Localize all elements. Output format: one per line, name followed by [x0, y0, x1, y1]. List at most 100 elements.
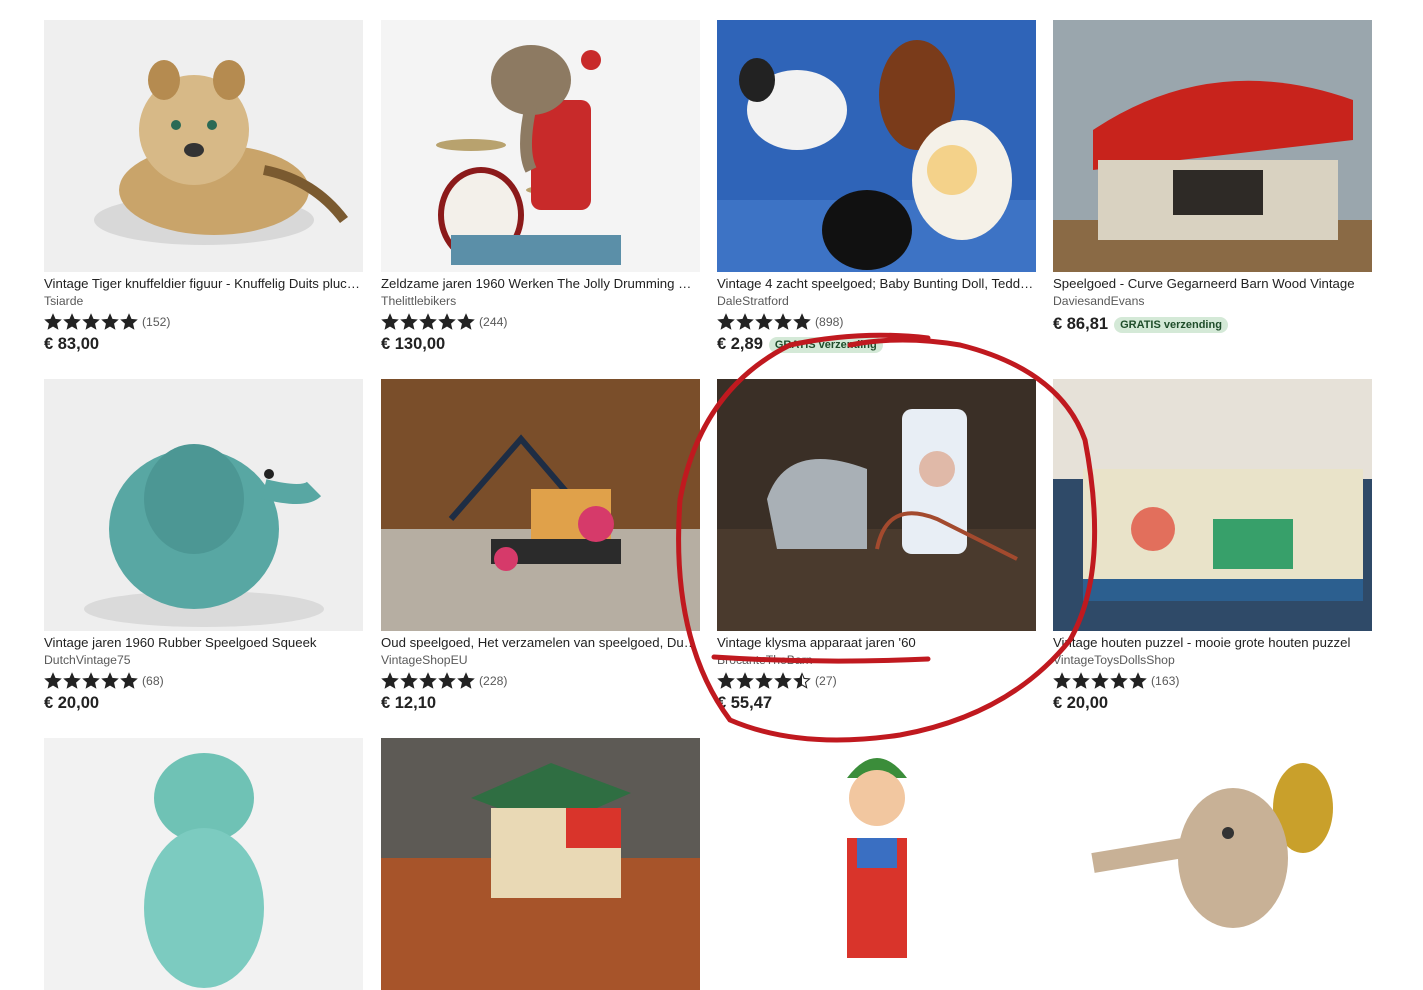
listing-card[interactable]	[44, 738, 363, 990]
listing-card[interactable]	[717, 738, 1036, 990]
review-count: (244)	[479, 315, 508, 329]
rating: (152)	[44, 313, 363, 331]
rating: (163)	[1053, 672, 1372, 690]
listing-card[interactable]	[1053, 738, 1372, 990]
star-icon	[381, 672, 399, 689]
listing-title[interactable]: Vintage Tiger knuffeldier figuur - Knuff…	[44, 276, 363, 292]
star-icon	[400, 672, 418, 689]
listing-title[interactable]: Zeldzame jaren 1960 Werken The Jolly Dru…	[381, 276, 700, 292]
star-rating	[381, 672, 475, 690]
star-icon	[63, 313, 81, 330]
star-rating	[1053, 672, 1147, 690]
listing-title[interactable]: Vintage jaren 1960 Rubber Speelgoed Sque…	[44, 635, 363, 651]
price: € 20,00	[1053, 694, 1109, 712]
star-icon	[793, 313, 811, 330]
listing-card[interactable]: Zeldzame jaren 1960 Werken The Jolly Dru…	[381, 20, 700, 354]
rating: (898)	[717, 313, 1036, 331]
listing-image-rubber-elephant[interactable]	[44, 379, 363, 631]
price-row: € 20,00	[44, 694, 363, 713]
star-icon	[755, 672, 773, 689]
star-icon	[82, 313, 100, 330]
listing-image-barn[interactable]	[1053, 20, 1372, 272]
star-icon	[1110, 672, 1128, 689]
rating: (68)	[44, 672, 363, 690]
star-icon	[736, 313, 754, 330]
listing-card[interactable]: Oud speelgoed, Het verzamelen van speelg…	[381, 379, 700, 713]
listing-image-teal-figure[interactable]	[44, 738, 363, 990]
review-count: (898)	[815, 315, 844, 329]
star-icon	[419, 672, 437, 689]
price-row: € 86,81 GRATIS verzending	[1053, 315, 1372, 334]
star-icon	[457, 672, 475, 689]
listing-title[interactable]: Oud speelgoed, Het verzamelen van speelg…	[381, 635, 700, 651]
star-rating	[44, 313, 138, 331]
rating: (27)	[717, 672, 1036, 690]
price-row: € 83,00	[44, 335, 363, 354]
shop-name: VintageToysDollsShop	[1053, 653, 1175, 667]
star-icon	[63, 672, 81, 689]
star-rating	[381, 313, 475, 331]
shop-name: DaleStratford	[717, 294, 789, 308]
listing-title[interactable]: Vintage 4 zacht speelgoed; Baby Bunting …	[717, 276, 1036, 292]
listing-image-tiger[interactable]	[44, 20, 363, 272]
star-icon	[120, 672, 138, 689]
star-icon	[438, 313, 456, 330]
listing-title[interactable]: Vintage houten puzzel - mooie grote hout…	[1053, 635, 1372, 651]
price: € 2,89	[717, 335, 763, 353]
shop-name: Thelittlebikers	[381, 294, 457, 308]
price: € 130,00	[381, 335, 446, 353]
half-star-icon	[793, 672, 811, 689]
shop-name: BrocanteTheBarn	[717, 653, 813, 667]
star-icon	[1129, 672, 1147, 689]
price: € 12,10	[381, 694, 437, 712]
review-count: (152)	[142, 315, 171, 329]
rating: (228)	[381, 672, 700, 690]
listing-card[interactable]: Vintage jaren 1960 Rubber Speelgoed Sque…	[44, 379, 363, 713]
listing-card[interactable]: Vintage Tiger knuffeldier figuur - Knuff…	[44, 20, 363, 354]
star-icon	[101, 672, 119, 689]
listing-card[interactable]: Vintage 4 zacht speelgoed; Baby Bunting …	[717, 20, 1036, 354]
listing-image-pinocchio[interactable]	[717, 738, 1036, 990]
review-count: (27)	[815, 674, 837, 688]
star-icon	[101, 313, 119, 330]
star-icon	[1072, 672, 1090, 689]
star-icon	[717, 313, 735, 330]
star-icon	[381, 313, 399, 330]
shop-name: DaviesandEvans	[1053, 294, 1145, 308]
star-icon	[419, 313, 437, 330]
star-rating	[717, 672, 811, 690]
listing-card[interactable]: Vintage klysma apparaat jaren '60 Brocan…	[717, 379, 1036, 713]
listing-image-crane-toy[interactable]	[381, 379, 700, 631]
listing-image-wooden-puzzle[interactable]	[1053, 379, 1372, 631]
price-row: € 2,89 GRATIS verzending	[717, 335, 1036, 354]
listing-card[interactable]: Speelgoed - Curve Gegarneerd Barn Wood V…	[1053, 20, 1372, 334]
price: € 55,47	[717, 694, 773, 712]
listing-title[interactable]: Vintage klysma apparaat jaren '60	[717, 635, 1036, 651]
listing-title[interactable]: Speelgoed - Curve Gegarneerd Barn Wood V…	[1053, 276, 1372, 292]
star-icon	[736, 672, 754, 689]
star-rating	[717, 313, 811, 331]
listing-image-klysma[interactable]	[717, 379, 1036, 631]
star-icon	[774, 672, 792, 689]
price: € 20,00	[44, 694, 100, 712]
star-icon	[1053, 672, 1071, 689]
shop-name: DutchVintage75	[44, 653, 131, 667]
star-icon	[438, 672, 456, 689]
star-icon	[82, 672, 100, 689]
listing-image-kiosk[interactable]	[381, 738, 700, 990]
star-icon	[457, 313, 475, 330]
rating: (244)	[381, 313, 700, 331]
shop-name: Tsiarde	[44, 294, 84, 308]
listing-card[interactable]: Vintage houten puzzel - mooie grote hout…	[1053, 379, 1372, 713]
listing-image-felt-mouse[interactable]	[1053, 738, 1372, 990]
free-shipping-badge: GRATIS verzending	[1114, 316, 1228, 333]
star-rating	[44, 672, 138, 690]
star-icon	[44, 313, 62, 330]
review-count: (68)	[142, 674, 164, 688]
free-shipping-badge: GRATIS verzending	[768, 336, 883, 353]
listing-image-drumming-elephant[interactable]	[381, 20, 700, 272]
price-row: € 12,10	[381, 694, 700, 713]
listing-card[interactable]	[381, 738, 700, 990]
star-icon	[774, 313, 792, 330]
listing-image-soft-toys[interactable]	[717, 20, 1036, 272]
